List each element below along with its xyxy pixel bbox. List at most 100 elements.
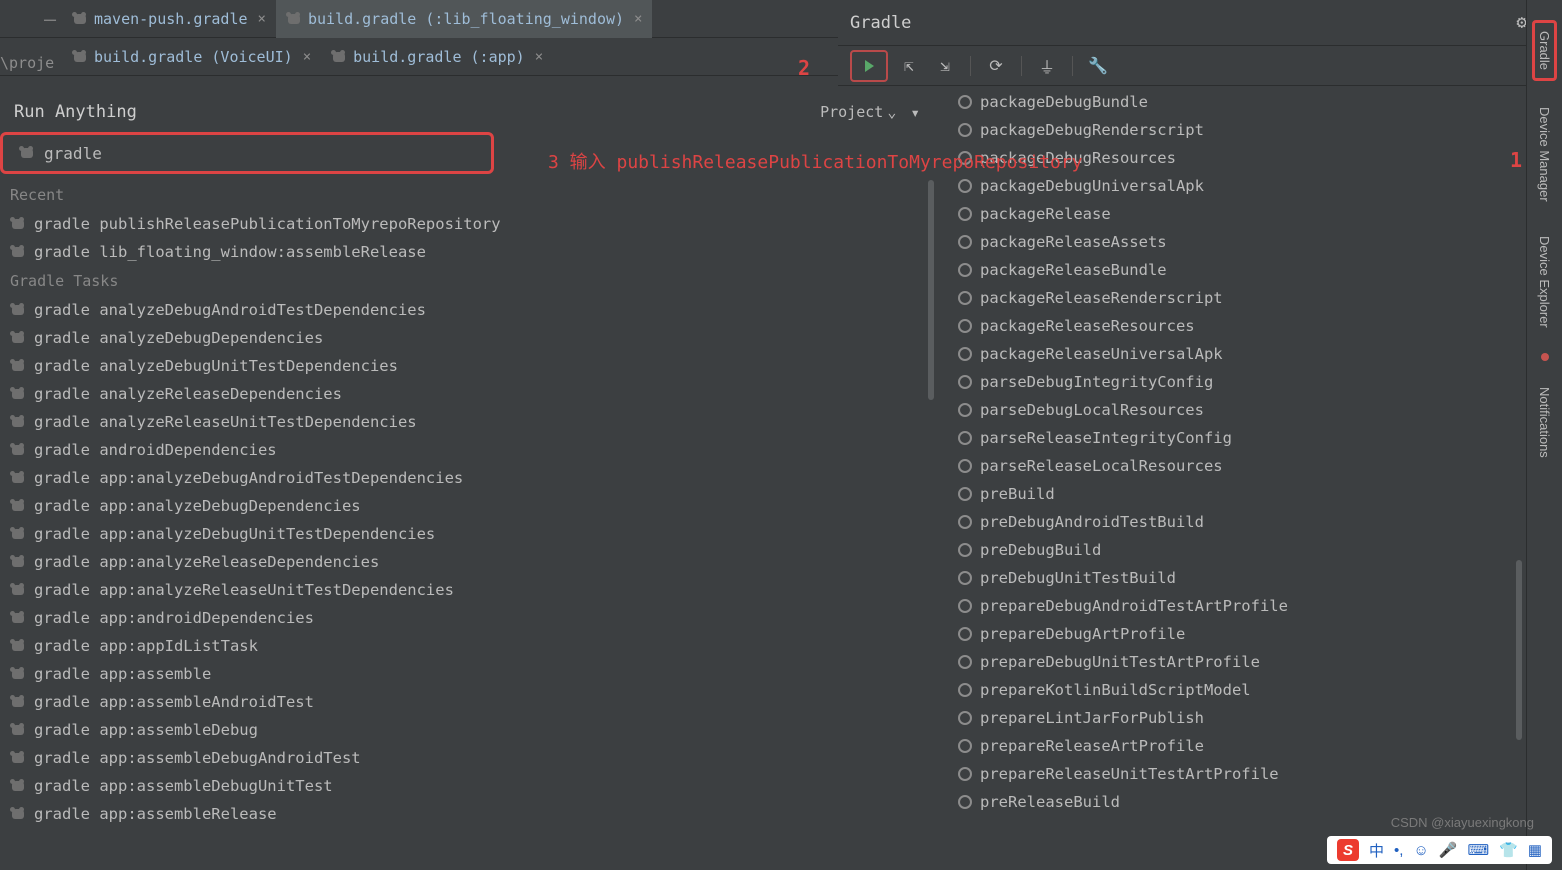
task-item[interactable]: gradle app:analyzeDebugAndroidTestDepend… xyxy=(0,464,934,492)
close-icon[interactable]: × xyxy=(634,11,642,27)
execute-task-button[interactable] xyxy=(850,50,888,82)
task-item[interactable]: gradle analyzeReleaseUnitTestDependencie… xyxy=(0,408,934,436)
ime-lang[interactable]: 中 xyxy=(1369,840,1384,861)
task-item[interactable]: gradle app:assembleDebugAndroidTest xyxy=(0,744,934,772)
gradle-icon xyxy=(10,386,26,402)
scope-selector[interactable]: Project ⌄ xyxy=(820,103,896,121)
rail-device-manager[interactable]: Device Manager xyxy=(1535,99,1554,210)
gradle-task-item[interactable]: packageDebugRenderscript xyxy=(948,116,1562,144)
recent-item[interactable]: gradle publishReleasePublicationToMyrepo… xyxy=(0,210,934,238)
gradle-task-item[interactable]: packageReleaseBundle xyxy=(948,256,1562,284)
refresh-icon[interactable]: ⟳ xyxy=(981,52,1011,80)
gradle-task-item[interactable]: packageReleaseUniversalApk xyxy=(948,340,1562,368)
task-item[interactable]: gradle analyzeReleaseDependencies xyxy=(0,380,934,408)
scrollbar-thumb[interactable] xyxy=(928,180,934,400)
task-item[interactable]: gradle app:analyzeReleaseDependencies xyxy=(0,548,934,576)
gradle-task-item[interactable]: prepareKotlinBuildScriptModel xyxy=(948,676,1562,704)
gradle-icon xyxy=(10,638,26,654)
task-item[interactable]: gradle analyzeDebugAndroidTestDependenci… xyxy=(0,296,934,324)
tab-build-app[interactable]: build.gradle (:app) × xyxy=(321,38,553,76)
gradle-task-item[interactable]: prepareDebugArtProfile xyxy=(948,620,1562,648)
cog-icon xyxy=(958,291,972,305)
task-item[interactable]: gradle app:analyzeReleaseUnitTestDepende… xyxy=(0,576,934,604)
gradle-task-item[interactable]: packageReleaseResources xyxy=(948,312,1562,340)
gradle-task-item[interactable]: preDebugAndroidTestBuild xyxy=(948,508,1562,536)
cog-icon xyxy=(958,403,972,417)
rail-gradle[interactable]: Gradle xyxy=(1532,20,1557,81)
gradle-task-item[interactable]: prepareDebugAndroidTestArtProfile xyxy=(948,592,1562,620)
task-name: packageReleaseResources xyxy=(980,317,1195,335)
play-icon xyxy=(865,60,874,72)
ime-punct-icon[interactable]: •, xyxy=(1394,842,1403,859)
gradle-task-item[interactable]: prepareReleaseUnitTestArtProfile xyxy=(948,760,1562,788)
gradle-icon xyxy=(10,750,26,766)
toggle-offline-icon[interactable]: ⏚ xyxy=(1032,52,1062,80)
run-anything-input[interactable] xyxy=(44,144,491,163)
ime-mic-icon[interactable]: 🎤 xyxy=(1439,841,1458,859)
close-icon[interactable]: × xyxy=(303,49,311,65)
gradle-task-item[interactable]: prepareReleaseArtProfile xyxy=(948,732,1562,760)
task-item[interactable]: gradle app:assemble xyxy=(0,660,934,688)
task-item[interactable]: gradle app:androidDependencies xyxy=(0,604,934,632)
cog-icon xyxy=(958,95,972,109)
filter-icon[interactable]: ▾ xyxy=(910,103,920,122)
gradle-task-item[interactable]: preReleaseBuild xyxy=(948,788,1562,816)
task-item[interactable]: gradle app:analyzeDebugUnitTestDependenc… xyxy=(0,520,934,548)
rail-device-explorer[interactable]: Device Explorer xyxy=(1535,228,1554,336)
gradle-task-item[interactable]: preBuild xyxy=(948,480,1562,508)
item-text: gradle app:assembleAndroidTest xyxy=(34,693,314,711)
ime-menu-icon[interactable]: ▦ xyxy=(1528,841,1542,859)
rail-notifications[interactable]: Notifications xyxy=(1535,379,1554,466)
gradle-task-item[interactable]: parseReleaseIntegrityConfig xyxy=(948,424,1562,452)
task-item[interactable]: gradle app:assembleAndroidTest xyxy=(0,688,934,716)
ime-keyboard-icon[interactable]: ⌨ xyxy=(1467,841,1489,859)
task-item[interactable]: gradle app:appIdListTask xyxy=(0,632,934,660)
recent-item[interactable]: gradle lib_floating_window:assembleRelea… xyxy=(0,238,934,266)
run-anything-title: Run Anything xyxy=(14,102,137,122)
tab-maven-push[interactable]: maven-push.gradle × xyxy=(62,0,276,38)
run-anything-input-wrap[interactable] xyxy=(0,132,494,174)
gradle-icon xyxy=(10,330,26,346)
build-settings-icon[interactable]: 🔧 xyxy=(1083,52,1113,80)
gradle-task-item[interactable]: packageReleaseAssets xyxy=(948,228,1562,256)
gradle-task-item[interactable]: parseReleaseLocalResources xyxy=(948,452,1562,480)
task-item[interactable]: gradle analyzeDebugDependencies xyxy=(0,324,934,352)
task-name: prepareReleaseArtProfile xyxy=(980,737,1204,755)
task-name: prepareKotlinBuildScriptModel xyxy=(980,681,1251,699)
gradle-task-item[interactable]: packageRelease xyxy=(948,200,1562,228)
expand-all-icon[interactable]: ⇱ xyxy=(894,52,924,80)
collapse-all-icon[interactable]: ⇲ xyxy=(930,52,960,80)
gradle-task-item[interactable]: preDebugBuild xyxy=(948,536,1562,564)
tab-build-voiceui[interactable]: build.gradle (VoiceUI) × xyxy=(62,38,321,76)
annotation-3: 3 输入 publishReleasePublicationToMyrepoRe… xyxy=(548,148,1083,174)
close-icon[interactable]: × xyxy=(258,11,266,27)
gradle-task-item[interactable]: preDebugUnitTestBuild xyxy=(948,564,1562,592)
gradle-task-item[interactable]: prepareDebugUnitTestArtProfile xyxy=(948,648,1562,676)
gradle-task-item[interactable]: packageReleaseRenderscript xyxy=(948,284,1562,312)
close-icon[interactable]: × xyxy=(535,49,543,65)
gradle-task-item[interactable]: parseDebugIntegrityConfig xyxy=(948,368,1562,396)
task-item[interactable]: gradle app:assembleDebug xyxy=(0,716,934,744)
ime-toolbar[interactable]: S 中 •, ☺ 🎤 ⌨ 👕 ▦ xyxy=(1327,836,1552,864)
gradle-task-item[interactable]: prepareLintJarForPublish xyxy=(948,704,1562,732)
run-anything-panel: Run Anything Project ⌄ ▾ Recent gradle p… xyxy=(0,92,934,870)
task-item[interactable]: gradle app:analyzeDebugDependencies xyxy=(0,492,934,520)
scrollbar-thumb[interactable] xyxy=(1516,560,1522,740)
gradle-icon xyxy=(10,244,26,260)
gradle-task-item[interactable]: parseDebugLocalResources xyxy=(948,396,1562,424)
annotation-2: 2 xyxy=(798,56,810,80)
tab-build-lib[interactable]: build.gradle (:lib_floating_window) × xyxy=(276,0,653,38)
gradle-task-item[interactable]: packageDebugBundle xyxy=(948,88,1562,116)
gradle-task-tree[interactable]: packageDebugBundlepackageDebugRenderscri… xyxy=(948,88,1562,870)
task-item[interactable]: gradle androidDependencies xyxy=(0,436,934,464)
gradle-icon xyxy=(331,49,347,65)
ime-emoji-icon[interactable]: ☺ xyxy=(1413,842,1428,859)
ime-skin-icon[interactable]: 👕 xyxy=(1499,841,1518,859)
minimize-icon[interactable]: — xyxy=(0,7,62,31)
task-item[interactable]: gradle analyzeDebugUnitTestDependencies xyxy=(0,352,934,380)
task-item[interactable]: gradle app:assembleRelease xyxy=(0,800,934,828)
item-text: gradle app:assemble xyxy=(34,665,211,683)
task-item[interactable]: gradle app:assembleDebugUnitTest xyxy=(0,772,934,800)
gradle-task-item[interactable]: packageDebugUniversalApk xyxy=(948,172,1562,200)
task-name: preReleaseBuild xyxy=(980,793,1120,811)
